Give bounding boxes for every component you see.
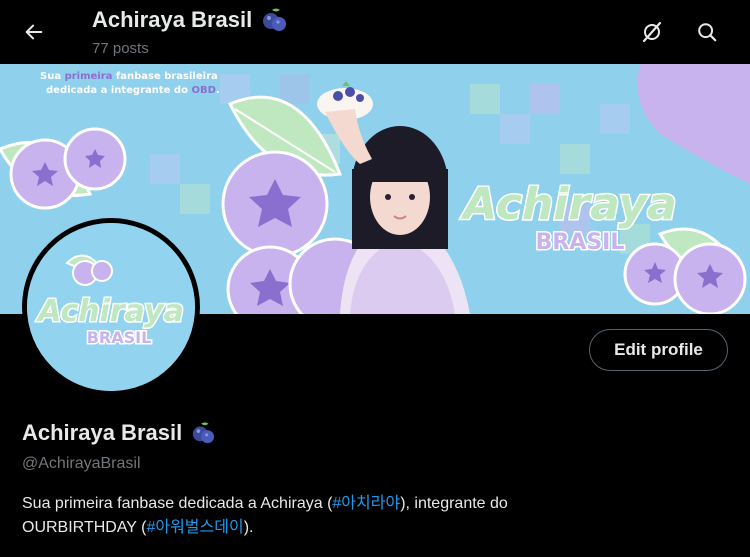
banner-tagline-line1: Sua primeira fanbase brasileira xyxy=(40,71,218,82)
display-name-text: Achiraya Brasil xyxy=(22,420,183,445)
header-title-text: Achiraya Brasil xyxy=(92,7,253,32)
hashtag-link[interactable]: #아워벌스데이 xyxy=(146,519,243,536)
posts-count: 77 posts xyxy=(92,40,149,57)
top-bar: Achiraya Brasil 77 posts xyxy=(0,0,750,64)
edit-profile-button[interactable]: Edit profile xyxy=(589,329,728,371)
arrow-left-icon xyxy=(25,24,43,40)
search-icon xyxy=(698,23,717,42)
banner-logo-script: Achiraya xyxy=(460,179,677,230)
avatar-logo-script: Achiraya xyxy=(36,294,184,329)
back-button[interactable] xyxy=(16,14,52,50)
avatar[interactable]: Achiraya BRASIL xyxy=(27,223,195,391)
grok-button[interactable] xyxy=(634,14,670,50)
bio-text: ). xyxy=(243,519,254,536)
hashtag-link[interactable]: #아치라야 xyxy=(332,495,400,512)
bio-text: Sua primeira fanbase dedicada a Achiraya… xyxy=(22,495,333,512)
banner-logo-sub: BRASIL xyxy=(536,230,625,255)
banner-tagline-line2: dedicada a integrante do OBD. xyxy=(46,85,220,96)
blueberry-emoji-icon xyxy=(263,8,287,31)
avatar-logo-sub: BRASIL xyxy=(87,328,152,347)
bio-text: OURBIRTHDAY ( xyxy=(22,519,147,536)
display-name: Achiraya Brasil xyxy=(22,420,216,446)
handle: @AchirayaBrasil xyxy=(22,455,141,472)
grok-icon xyxy=(642,21,662,43)
avatar-logo: Achiraya BRASIL xyxy=(27,223,195,391)
header-title: Achiraya Brasil xyxy=(92,7,288,33)
blueberry-emoji-icon xyxy=(193,422,215,444)
bio-text: ), integrante do xyxy=(400,495,508,512)
bio: Sua primeira fanbase dedicada a Achiraya… xyxy=(22,492,722,540)
search-button[interactable] xyxy=(689,14,725,50)
